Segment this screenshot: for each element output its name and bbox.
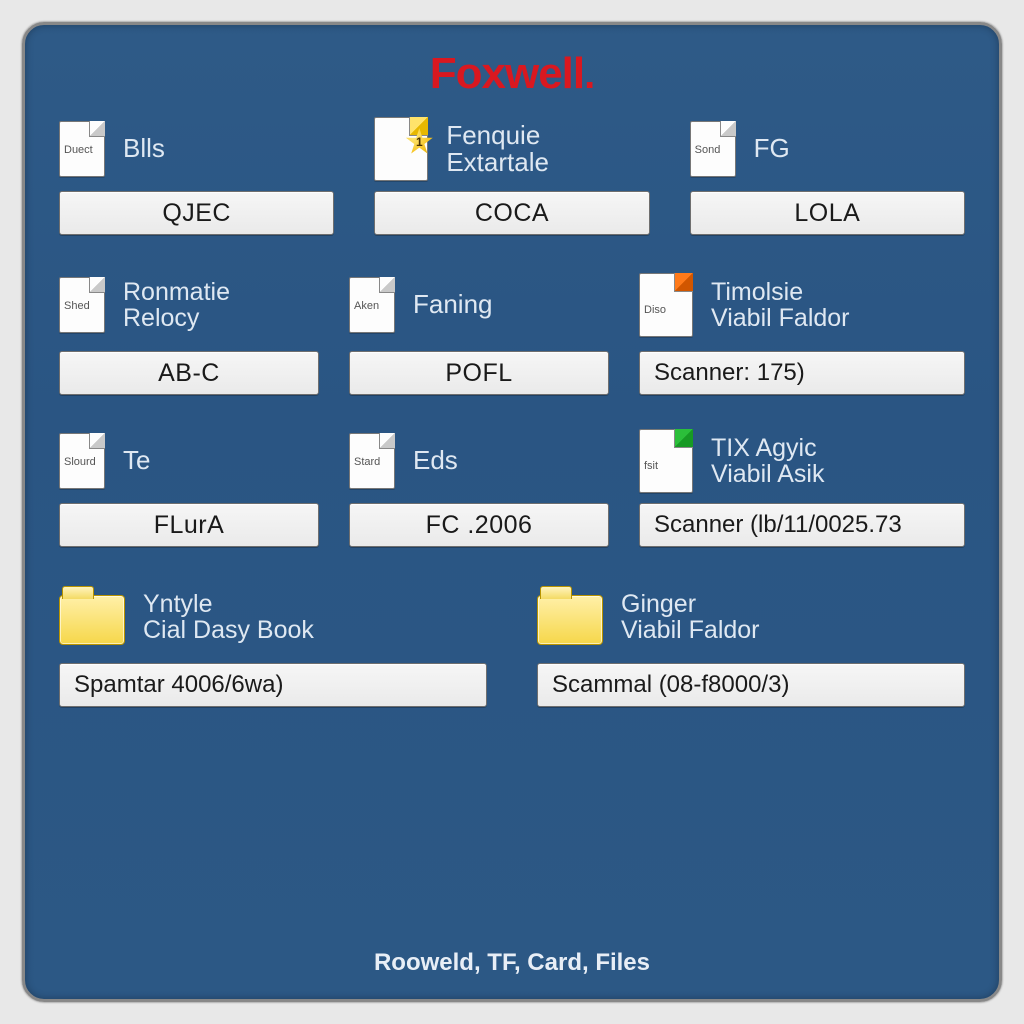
file-icon[interactable] — [374, 117, 428, 181]
file-tag: Aken — [354, 300, 379, 312]
file-icon[interactable]: Diso — [639, 273, 693, 337]
file-icon[interactable]: Stard — [349, 433, 395, 489]
file-icon[interactable]: Duect — [59, 121, 105, 177]
file-tag: fsit — [644, 460, 658, 472]
item-eds: Stard Eds FC .2006 — [349, 429, 609, 547]
field-lola[interactable]: LOLA — [690, 191, 965, 235]
item-caption: Eds — [413, 447, 458, 474]
item-ginger: GingerViabil Faldor Scammal (08-f8000/3) — [537, 581, 965, 707]
folder-icon[interactable] — [59, 595, 125, 645]
file-tag: Stard — [354, 456, 380, 468]
file-icon[interactable]: Sond — [690, 121, 736, 177]
device-screen: Foxwell. Duect Blls QJEC FenquieExtartal… — [22, 22, 1002, 1002]
item-caption: Faning — [413, 291, 493, 318]
item-fg: Sond FG LOLA — [690, 117, 965, 235]
item-caption: Te — [123, 447, 150, 474]
field-flura[interactable]: FLurA — [59, 503, 319, 547]
brand-dot: . — [584, 53, 594, 97]
file-tag: Slourd — [64, 456, 96, 468]
item-caption: TIX AgyicViabil Asik — [711, 435, 825, 488]
brand-text: Foxwell — [430, 49, 584, 98]
field-qjec[interactable]: QJEC — [59, 191, 334, 235]
file-icon[interactable]: fsit — [639, 429, 693, 493]
item-te: Slourd Te FLurA — [59, 429, 319, 547]
file-corner-icon — [675, 429, 693, 447]
file-icon[interactable]: Slourd — [59, 433, 105, 489]
row-2: Shed RonmatieRelocy AB-C Aken Faning POF… — [59, 269, 965, 395]
item-tix: fsit TIX AgyicViabil Asik Scanner (lb/11… — [639, 429, 965, 547]
field-coca[interactable]: COCA — [374, 191, 649, 235]
field-abc[interactable]: AB-C — [59, 351, 319, 395]
brand-title: Foxwell. — [59, 49, 965, 99]
item-caption: GingerViabil Faldor — [621, 591, 760, 644]
item-caption: RonmatieRelocy — [123, 279, 230, 332]
folder-icon[interactable] — [537, 595, 603, 645]
row-1: Duect Blls QJEC FenquieExtartale COCA So… — [59, 117, 965, 235]
field-fc2006[interactable]: FC .2006 — [349, 503, 609, 547]
item-yntyle: YntyleCial Dasy Book Spamtar 4006/6wa) — [59, 581, 487, 707]
row-3: Slourd Te FLurA Stard Eds FC .2006 fsit — [59, 429, 965, 547]
file-icon[interactable]: Shed — [59, 277, 105, 333]
file-icon[interactable]: Aken — [349, 277, 395, 333]
item-bils: Duect Blls QJEC — [59, 117, 334, 235]
file-tag: Diso — [644, 304, 666, 316]
item-caption: FenquieExtartale — [446, 122, 549, 177]
item-ronmatie: Shed RonmatieRelocy AB-C — [59, 269, 319, 395]
item-caption: FG — [754, 135, 790, 162]
field-scanner-lb[interactable]: Scanner (lb/11/0025.73 — [639, 503, 965, 547]
item-caption: YntyleCial Dasy Book — [143, 591, 314, 644]
field-pofl[interactable]: POFL — [349, 351, 609, 395]
footer-text: Rooweld, TF, Card, Files — [25, 949, 999, 977]
file-tag: Sond — [695, 144, 721, 156]
field-spamtar[interactable]: Spamtar 4006/6wa) — [59, 663, 487, 707]
file-tag: Shed — [64, 300, 90, 312]
item-faning: Aken Faning POFL — [349, 269, 609, 395]
field-scammal[interactable]: Scammal (08-f8000/3) — [537, 663, 965, 707]
item-fenquie: FenquieExtartale COCA — [374, 117, 649, 235]
row-4: YntyleCial Dasy Book Spamtar 4006/6wa) G… — [59, 581, 965, 707]
item-caption: TimolsieViabil Faldor — [711, 279, 850, 332]
item-timolsie: Diso TimolsieViabil Faldor Scanner: 175) — [639, 269, 965, 395]
field-scanner-175[interactable]: Scanner: 175) — [639, 351, 965, 395]
file-corner-icon — [675, 273, 693, 291]
item-caption: Blls — [123, 135, 165, 162]
file-tag: Duect — [64, 144, 93, 156]
